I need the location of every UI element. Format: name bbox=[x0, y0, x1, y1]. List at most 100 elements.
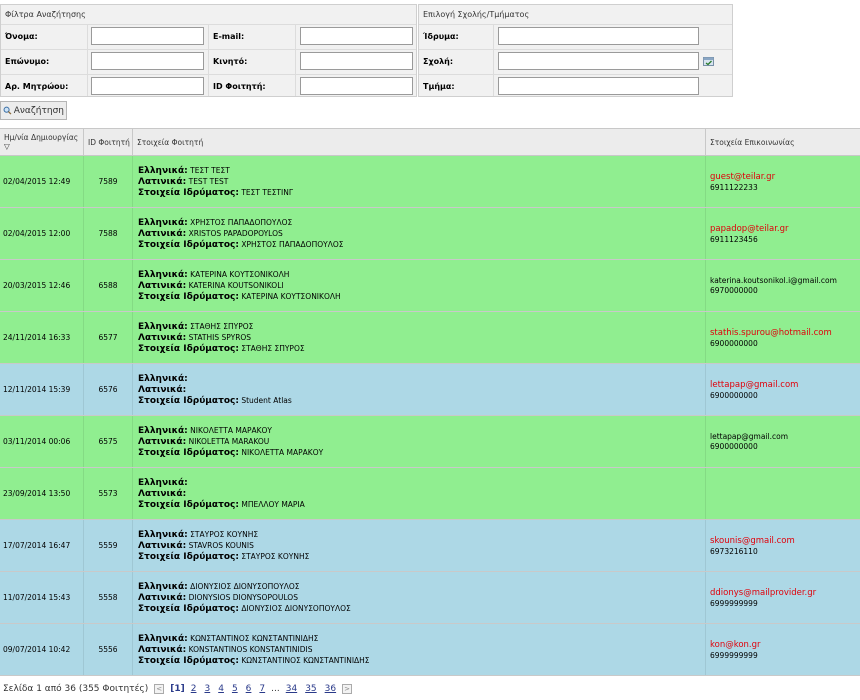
table-row[interactable]: 23/09/2014 13:50 5573 Ελληνικά: Λατινικά: … bbox=[0, 468, 860, 520]
first-name-input[interactable] bbox=[91, 27, 204, 45]
institution-name: ΔΙΟΝΥΣΙΟΣ ΔΙΟΝΥΣΟΠΟΥΛΟΣ bbox=[241, 603, 351, 613]
institution-name: ΣΤΑΥΡΟΣ ΚΟΥΝΗΣ bbox=[241, 551, 310, 561]
school-picker-icon[interactable] bbox=[703, 56, 714, 66]
institution-name: ΤΕΣΤ ΤΕΣΤΙΝΓ bbox=[241, 187, 294, 197]
cell-contact: kon@kon.gr 6999999999 bbox=[706, 624, 860, 675]
cell-student-details: Ελληνικά: ΤΕΣΤ ΤΕΣΤ Λατινικά: TEST TEST Στ… bbox=[133, 156, 706, 207]
search-filters-panel: Φίλτρα Αναζήτησης Όνομα: E-mail: Επώνυμο… bbox=[0, 4, 417, 97]
student-id-input[interactable] bbox=[300, 77, 413, 95]
greek-label: Ελληνικά: bbox=[138, 477, 188, 488]
greek-label: Ελληνικά: bbox=[138, 425, 188, 436]
column-header-created[interactable]: Ημ/νία Δημιουργίας ▽ bbox=[0, 129, 84, 155]
table-row[interactable]: 09/07/2014 10:42 5556 Ελληνικά: ΚΩΝΣΤΑΝΤΙΝ… bbox=[0, 624, 860, 676]
table-row[interactable]: 11/07/2014 15:43 5558 Ελληνικά: ΔΙΟΝΥΣΙΟΣ … bbox=[0, 572, 860, 624]
page-link[interactable]: 2 bbox=[191, 684, 197, 694]
cell-contact: papadop@teilar.gr 6911123456 bbox=[706, 208, 860, 259]
greek-label: Ελληνικά: bbox=[138, 633, 188, 644]
page-link[interactable]: 4 bbox=[218, 684, 224, 694]
cell-contact: guest@teilar.gr 6911122233 bbox=[706, 156, 860, 207]
school-input[interactable] bbox=[498, 52, 699, 70]
email-input[interactable] bbox=[300, 27, 413, 45]
contact-email: guest@teilar.gr bbox=[710, 171, 776, 182]
contact-email: ddionys@mailprovider.gr bbox=[710, 587, 817, 598]
greek-label: Ελληνικά: bbox=[138, 217, 188, 228]
greek-label: Ελληνικά: bbox=[138, 321, 188, 332]
institution-info-label: Στοιχεία Ιδρύματος: bbox=[138, 343, 239, 354]
divider bbox=[419, 74, 732, 75]
cell-student-details: Ελληνικά: Λατινικά: Στοιχεία Ιδρύματος: … bbox=[133, 468, 706, 519]
institution-info-label: Στοιχεία Ιδρύματος: bbox=[138, 499, 239, 510]
page-link[interactable]: 35 bbox=[305, 684, 316, 694]
institution-name: ΝΙΚΟΛΕΤΤΑ ΜΑΡΑΚΟΥ bbox=[241, 447, 324, 457]
latin-label: Λατινικά: bbox=[138, 176, 187, 187]
pagination: Σελίδα 1 από 36 (355 Φοιτητές) < [1] 234… bbox=[3, 682, 353, 696]
greek-name: ΚΑΤΕΡΙΝΑ ΚΟΥΤΣΟΝΙΚΟΛΗ bbox=[190, 269, 290, 279]
page-link[interactable]: 6 bbox=[246, 684, 252, 694]
cell-student-id: 6588 bbox=[84, 260, 133, 311]
cell-student-details: Ελληνικά: ΚΑΤΕΡΙΝΑ ΚΟΥΤΣΟΝΙΚΟΛΗ Λατινικά:… bbox=[133, 260, 706, 311]
mobile-input[interactable] bbox=[300, 52, 413, 70]
department-input[interactable] bbox=[498, 77, 699, 95]
cell-created: 02/04/2015 12:49 bbox=[0, 156, 84, 207]
greek-name: ΣΤΑΥΡΟΣ ΚΟΥΝΗΣ bbox=[190, 529, 259, 539]
cell-contact: lettapap@gmail.com 6900000000 bbox=[706, 416, 860, 467]
table-row[interactable]: 17/07/2014 16:47 5559 Ελληνικά: ΣΤΑΥΡΟΣ ΚΟ… bbox=[0, 520, 860, 572]
institution-info-label: Στοιχεία Ιδρύματος: bbox=[138, 239, 239, 250]
column-header-contact: Στοιχεία Επικοινωνίας bbox=[710, 137, 795, 147]
divider bbox=[493, 24, 494, 96]
cell-created: 23/09/2014 13:50 bbox=[0, 468, 84, 519]
cell-student-id: 6576 bbox=[84, 364, 133, 415]
institution-info-label: Στοιχεία Ιδρύματος: bbox=[138, 291, 239, 302]
mobile-label: Κινητό: bbox=[213, 57, 248, 66]
institution-info-label: Στοιχεία Ιδρύματος: bbox=[138, 447, 239, 458]
table-row[interactable]: 02/04/2015 12:49 7589 Ελληνικά: ΤΕΣΤ ΤΕΣΤ Λ… bbox=[0, 156, 860, 208]
school-filter-panel: Επιλογή Σχολής/Τμήματος Ίδρυμα: Σχολή: Τ… bbox=[418, 4, 733, 97]
institution-label: Ίδρυμα: bbox=[423, 32, 459, 41]
department-label: Τμήμα: bbox=[423, 82, 455, 91]
page-link[interactable]: 36 bbox=[325, 684, 336, 694]
institution-info-label: Στοιχεία Ιδρύματος: bbox=[138, 187, 239, 198]
cell-student-id: 5556 bbox=[84, 624, 133, 675]
latin-name: STAVROS KOUNIS bbox=[188, 540, 254, 550]
cell-contact: skounis@gmail.com 6973216110 bbox=[706, 520, 860, 571]
contact-email: katerina.koutsonikol.i@gmail.com bbox=[710, 276, 837, 285]
table-row[interactable]: 12/11/2014 15:39 6576 Ελληνικά: Λατινικά: … bbox=[0, 364, 860, 416]
page-link[interactable]: 5 bbox=[232, 684, 238, 694]
latin-name: NIKOLETTA MARAKOU bbox=[188, 436, 270, 446]
greek-label: Ελληνικά: bbox=[138, 165, 188, 176]
contact-phone: 6973216110 bbox=[710, 546, 758, 556]
table-body: 02/04/2015 12:49 7589 Ελληνικά: ΤΕΣΤ ΤΕΣΤ Λ… bbox=[0, 156, 860, 676]
contact-email: skounis@gmail.com bbox=[710, 535, 795, 546]
table-header: Ημ/νία Δημιουργίας ▽ ID Φοιτητή Στοιχεία… bbox=[0, 128, 860, 156]
latin-label: Λατινικά: bbox=[138, 384, 187, 395]
cell-student-id: 7589 bbox=[84, 156, 133, 207]
greek-name: ΣΤΑΘΗΣ ΣΠΥΡΟΣ bbox=[190, 321, 254, 331]
table-row[interactable]: 02/04/2015 12:00 7588 Ελληνικά: ΧΡΗΣΤΟΣ ΠΑ… bbox=[0, 208, 860, 260]
latin-name: KONSTANTINOS KONSTANTINIDIS bbox=[188, 644, 313, 654]
search-button[interactable]: Αναζήτηση bbox=[0, 101, 67, 120]
page-link[interactable]: 3 bbox=[204, 684, 210, 694]
contact-phone: 6999999999 bbox=[710, 650, 758, 660]
greek-label: Ελληνικά: bbox=[138, 529, 188, 540]
table-row[interactable]: 20/03/2015 12:46 6588 Ελληνικά: ΚΑΤΕΡΙΝΑ Κ… bbox=[0, 260, 860, 312]
contact-phone: 6900000000 bbox=[710, 442, 758, 451]
divider bbox=[295, 24, 296, 96]
last-name-input[interactable] bbox=[91, 52, 204, 70]
latin-label: Λατινικά: bbox=[138, 436, 187, 447]
page-link[interactable]: 34 bbox=[286, 684, 297, 694]
latin-label: Λατινικά: bbox=[138, 644, 187, 655]
contact-email: stathis.spurou@hotmail.com bbox=[710, 327, 832, 338]
next-page-button[interactable]: > bbox=[342, 684, 353, 694]
prev-page-button[interactable]: < bbox=[154, 684, 165, 694]
greek-label: Ελληνικά: bbox=[138, 269, 188, 280]
table-row[interactable]: 03/11/2014 00:06 6575 Ελληνικά: ΝΙΚΟΛΕΤΤΑ … bbox=[0, 416, 860, 468]
cell-contact: lettapap@gmail.com 6900000000 bbox=[706, 364, 860, 415]
reg-number-input[interactable] bbox=[91, 77, 204, 95]
cell-created: 24/11/2014 16:33 bbox=[0, 312, 84, 363]
table-row[interactable]: 24/11/2014 16:33 6577 Ελληνικά: ΣΤΑΘΗΣ ΣΠΥ… bbox=[0, 312, 860, 364]
page-link[interactable]: 7 bbox=[259, 684, 265, 694]
institution-input[interactable] bbox=[498, 27, 699, 45]
latin-label: Λατινικά: bbox=[138, 540, 187, 551]
column-header-id: ID Φοιτητή bbox=[84, 129, 133, 155]
contact-phone: 6900000000 bbox=[710, 390, 758, 400]
